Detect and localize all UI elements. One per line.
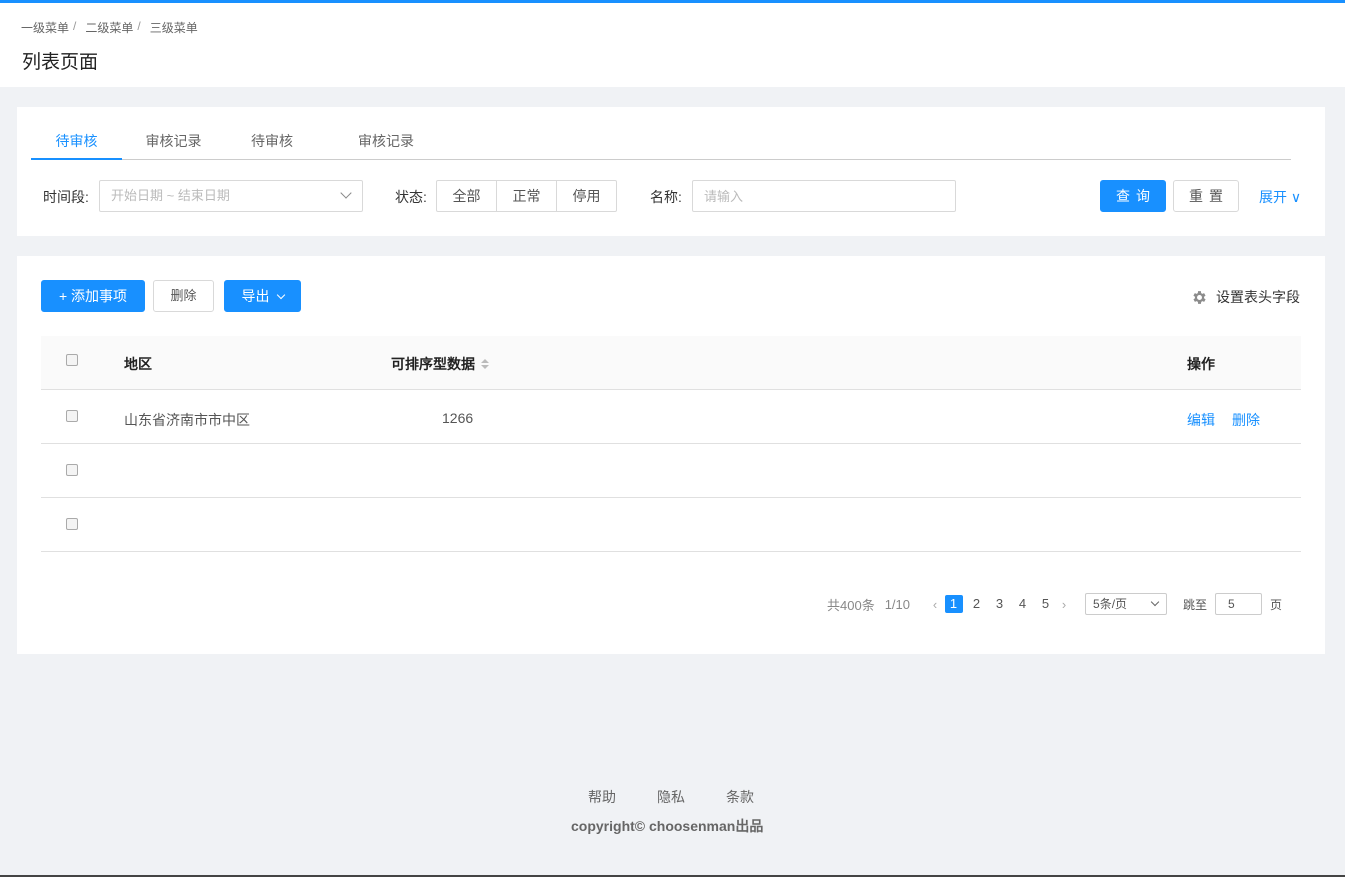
tab-records-2[interactable]: 审核记录 (331, 131, 441, 160)
breadcrumb-item-1[interactable]: 一级菜单 (21, 19, 69, 36)
page-4[interactable]: 4 (1014, 595, 1032, 613)
tab-pending-1[interactable]: 待审核 (31, 131, 122, 160)
expand-toggle[interactable]: 展开 ∨ (1259, 187, 1301, 207)
page-2[interactable]: 2 (968, 595, 986, 613)
status-option-normal[interactable]: 正常 (496, 180, 557, 212)
column-settings-label: 设置表头字段 (1216, 289, 1300, 305)
chevron-left-icon[interactable]: ‹ (928, 597, 942, 612)
breadcrumb-separator: / (73, 19, 77, 33)
column-header-region: 地区 (124, 356, 152, 372)
gear-icon (1193, 290, 1206, 304)
select-all-checkbox[interactable] (66, 354, 78, 366)
table-row (41, 498, 1301, 552)
tab-bar: 待审核 审核记录 待审核 审核记录 (31, 127, 1291, 160)
page-5[interactable]: 5 (1037, 595, 1055, 613)
jump-page-input[interactable] (1215, 593, 1263, 615)
date-range-picker[interactable]: 开始日期 ~ 结束日期 (99, 180, 363, 212)
name-input[interactable] (692, 180, 956, 212)
pagination-total: 共400条 (827, 597, 875, 613)
export-label: 导出 (241, 288, 270, 304)
breadcrumb-item-2[interactable]: 二级菜单 (85, 19, 133, 36)
reset-button[interactable]: 重置 (1173, 180, 1239, 212)
column-settings-button[interactable]: 设置表头字段 (1191, 287, 1300, 307)
copyright: copyright© choosenman出品 (571, 818, 764, 834)
export-button[interactable]: 导出 (224, 280, 301, 312)
cell-value: 1266 (442, 410, 474, 426)
status-segmented-control: 全部 正常 停用 (436, 180, 617, 212)
table-row: 山东省济南市市中区 1266 编辑 删除 (41, 390, 1301, 444)
table-header: 地区 可排序型数据 操作 (41, 336, 1301, 390)
footer-links: 帮助 隐私 条款 (588, 787, 795, 807)
tab-pending-2[interactable]: 待审核 (239, 131, 305, 160)
tab-records-1[interactable]: 审核记录 (127, 131, 220, 160)
page-1[interactable]: 1 (944, 595, 963, 613)
status-option-all[interactable]: 全部 (436, 180, 497, 212)
chevron-down-icon (340, 187, 352, 199)
date-range-placeholder: 开始日期 ~ 结束日期 (111, 188, 230, 203)
footer-link-help[interactable]: 帮助 (588, 787, 616, 807)
chevron-down-icon (276, 290, 285, 300)
table-card: + 添加事项 删除 导出 设置表头字段 地区 可排序型数据 操作 山东省济南市市… (17, 256, 1325, 654)
delete-link[interactable]: 删除 (1232, 410, 1260, 430)
table-row (41, 444, 1301, 498)
page-size-select[interactable]: 5条/页 (1085, 593, 1168, 615)
name-label: 名称: (650, 189, 682, 205)
edit-link[interactable]: 编辑 (1187, 410, 1215, 430)
pagination-fraction: 1/10 (884, 596, 911, 612)
jump-unit: 页 (1270, 597, 1283, 612)
breadcrumb: 一级菜单 / 二级菜单 / 三级菜单 (21, 19, 198, 36)
chevron-right-icon[interactable]: › (1057, 597, 1071, 612)
query-button[interactable]: 查询 (1100, 180, 1166, 212)
row-checkbox[interactable] (66, 518, 78, 530)
footer-link-terms[interactable]: 条款 (726, 787, 754, 807)
pagination: 共400条 1/10 ‹ 1 2 3 4 5 › 5条/页 跳至 页 (827, 593, 1283, 615)
status-option-disabled[interactable]: 停用 (556, 180, 617, 212)
add-item-button[interactable]: + 添加事项 (41, 280, 145, 312)
status-label: 状态: (395, 189, 427, 205)
page-header: 一级菜单 / 二级菜单 / 三级菜单 列表页面 (0, 3, 1345, 87)
row-checkbox[interactable] (66, 464, 78, 476)
row-checkbox[interactable] (66, 410, 78, 422)
column-header-sortable-label: 可排序型数据 (391, 356, 475, 372)
sort-icon[interactable] (481, 359, 489, 371)
jump-label: 跳至 (1183, 597, 1208, 612)
page-3[interactable]: 3 (991, 595, 1009, 613)
page-title: 列表页面 (22, 52, 99, 73)
data-table: 地区 可排序型数据 操作 山东省济南市市中区 1266 编辑 删除 (41, 336, 1301, 552)
page-size-value: 5条/页 (1093, 597, 1128, 611)
breadcrumb-separator: / (137, 19, 141, 33)
column-header-actions: 操作 (1187, 356, 1215, 372)
footer-link-privacy[interactable]: 隐私 (657, 787, 685, 807)
filter-card: 待审核 审核记录 待审核 审核记录 时间段: 开始日期 ~ 结束日期 状态: 全… (17, 107, 1325, 236)
cell-region: 山东省济南市市中区 (124, 412, 250, 428)
column-header-sortable[interactable]: 可排序型数据 (391, 354, 489, 374)
chevron-down-icon (1150, 597, 1160, 607)
delete-button[interactable]: 删除 (153, 280, 214, 312)
time-range-label: 时间段: (43, 189, 89, 205)
breadcrumb-item-3: 三级菜单 (149, 21, 198, 35)
